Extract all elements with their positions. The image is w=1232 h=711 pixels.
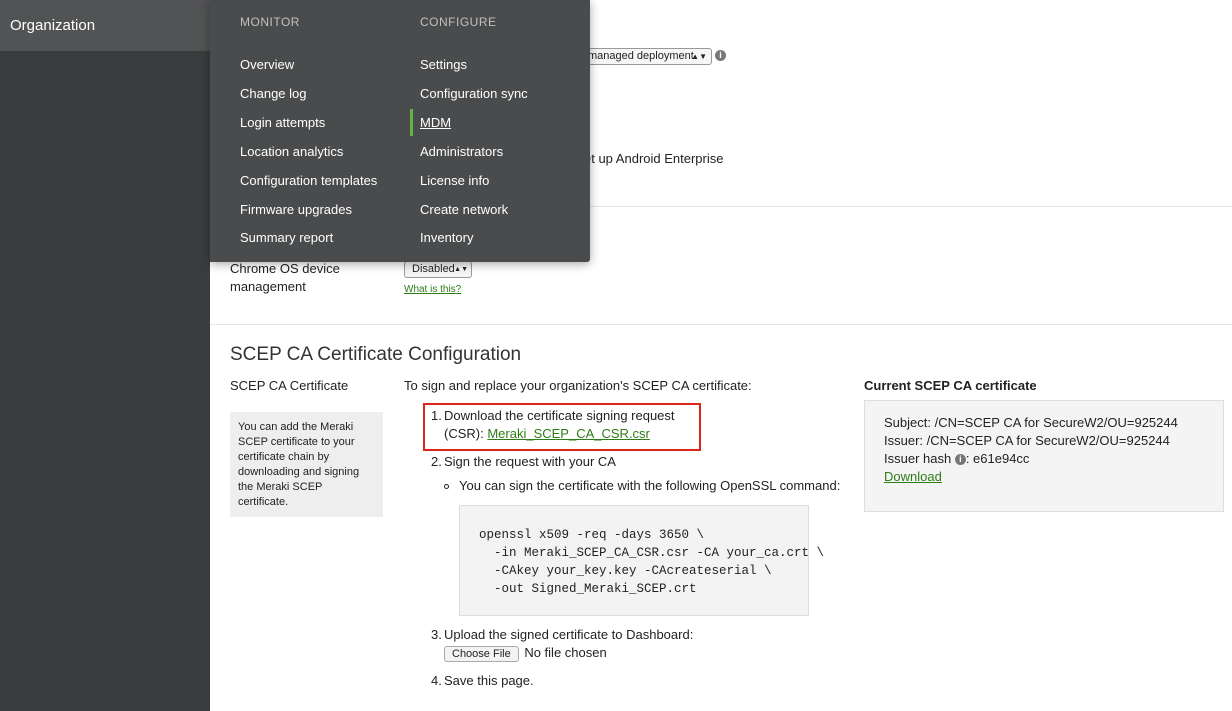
menu-item-summary-report[interactable]: Summary report (240, 230, 333, 245)
info-icon[interactable]: i (715, 50, 726, 61)
menu-item-mdm[interactable]: MDM (420, 115, 451, 130)
menu-item-license-info[interactable]: License info (420, 173, 489, 188)
current-cert-box: Subject: /CN=SCEP CA for SecureW2/OU=925… (864, 400, 1224, 512)
configure-heading: CONFIGURE (420, 15, 497, 29)
menu-item-login-attempts[interactable]: Login attempts (240, 115, 325, 130)
menu-item-overview[interactable]: Overview (240, 57, 294, 72)
chrome-os-select[interactable]: Disabled ▲▼ (404, 261, 472, 278)
select-arrows-icon: ▲▼ (454, 266, 468, 273)
step-1-number: 1. (431, 408, 442, 423)
no-file-chosen-text: No file chosen (524, 645, 607, 660)
organization-nav-item[interactable]: Organization (0, 0, 210, 51)
step-2-subtext: You can sign the certificate with the fo… (459, 478, 841, 493)
scep-ca-label: SCEP CA Certificate (230, 378, 349, 393)
file-upload: Choose File No file chosen (444, 645, 607, 662)
menu-item-settings[interactable]: Settings (420, 57, 467, 72)
choose-file-button[interactable]: Choose File (444, 646, 519, 662)
cert-issuer: Issuer: /CN=SCEP CA for SecureW2/OU=9252… (884, 433, 1170, 448)
active-indicator (410, 109, 413, 136)
menu-item-firmware-upgrades[interactable]: Firmware upgrades (240, 202, 352, 217)
step-4-text: Save this page. (444, 673, 534, 688)
step-4-number: 4. (431, 673, 442, 688)
menu-item-create-network[interactable]: Create network (420, 202, 508, 217)
divider (210, 324, 1232, 325)
menu-item-inventory[interactable]: Inventory (420, 230, 473, 245)
monitor-heading: MONITOR (240, 15, 300, 29)
step-1-line2: (CSR): Meraki_SCEP_CA_CSR.csr (444, 425, 650, 443)
intro-text: To sign and replace your organization's … (404, 378, 752, 393)
csr-download-link[interactable]: Meraki_SCEP_CA_CSR.csr (487, 426, 650, 441)
menu-item-location-analytics[interactable]: Location analytics (240, 144, 343, 159)
step-3-number: 3. (431, 627, 442, 642)
menu-item-configuration-sync[interactable]: Configuration sync (420, 86, 528, 101)
step-1-text: Download the certificate signing request (444, 408, 675, 423)
deployment-select[interactable]: managed deployment ▲▼ (582, 48, 712, 65)
android-enterprise-link[interactable]: et up Android Enterprise (584, 151, 723, 166)
step-1-csr-label: (CSR): (444, 426, 484, 441)
sidebar: Organization (0, 0, 210, 711)
menu-item-administrators[interactable]: Administrators (420, 144, 503, 159)
chrome-os-label: Chrome OS device management (230, 261, 340, 294)
menu-item-configuration-templates[interactable]: Configuration templates (240, 173, 377, 188)
issuer-hash-label: Issuer hash (884, 451, 952, 466)
step-3-text: Upload the signed certificate to Dashboa… (444, 627, 694, 642)
step-2-number: 2. (431, 454, 442, 469)
issuer-hash-value: : e61e94cc (965, 451, 1030, 466)
organization-dropdown-menu: MONITOR Overview Change log Login attemp… (210, 0, 590, 262)
cert-subject: Subject: /CN=SCEP CA for SecureW2/OU=925… (884, 415, 1178, 430)
step-2-text: Sign the request with your CA (444, 454, 616, 469)
info-icon[interactable]: i (954, 454, 966, 466)
deployment-select-value: managed deployment (588, 50, 694, 62)
openssl-code-block: openssl x509 -req -days 3650 \ -in Merak… (459, 505, 824, 616)
cert-issuer-hash: Issuer hash i: e61e94cc (884, 450, 1204, 468)
select-arrows-icon: ▲▼ (691, 52, 707, 61)
hint-box: You can add the Meraki SCEP certificate … (230, 412, 383, 517)
what-is-this-link[interactable]: What is this? (404, 284, 461, 295)
current-cert-heading: Current SCEP CA certificate (864, 378, 1037, 393)
cert-download-link[interactable]: Download (884, 468, 1204, 486)
bullet-icon (444, 484, 449, 489)
menu-item-change-log[interactable]: Change log (240, 86, 307, 101)
chrome-os-select-value: Disabled (412, 263, 455, 275)
section-title: SCEP CA Certificate Configuration (230, 344, 522, 365)
